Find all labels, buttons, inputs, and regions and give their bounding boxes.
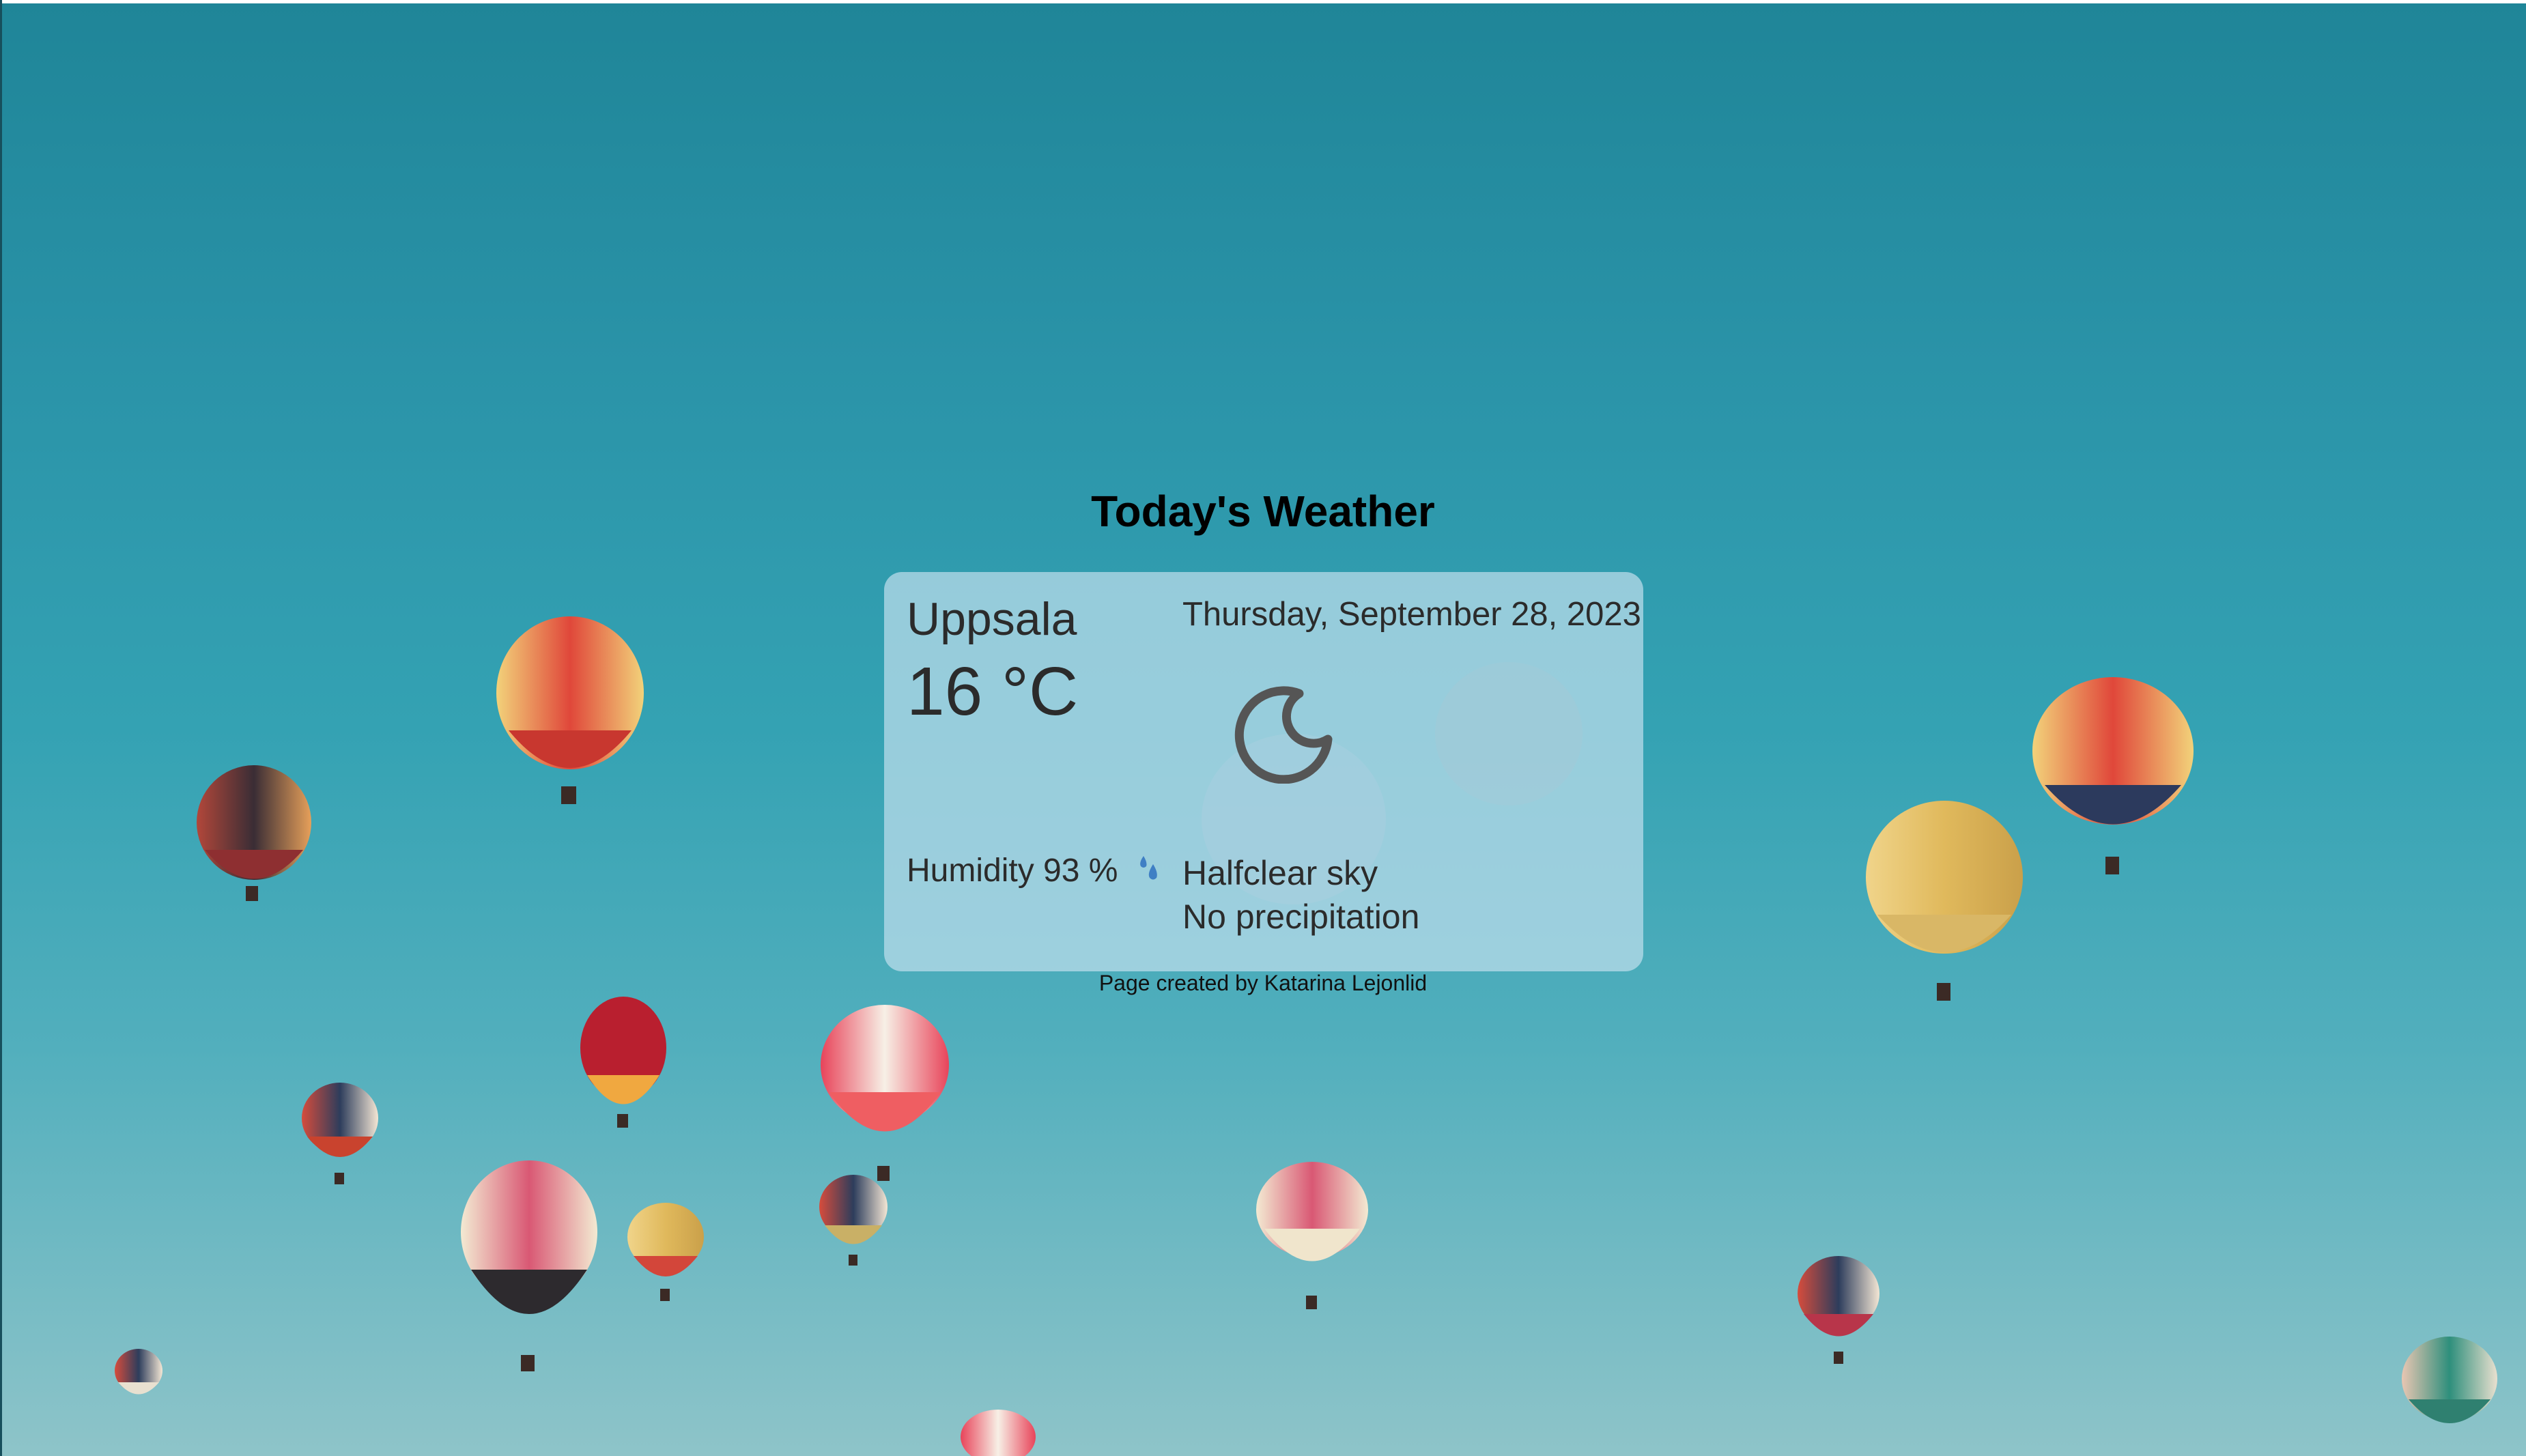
balloon: [302, 1083, 378, 1184]
balloon: [2032, 677, 2194, 874]
balloon: [580, 997, 666, 1128]
weather-date: Thursday, September 28, 2023: [1182, 596, 1641, 633]
balloon: [1798, 1256, 1879, 1364]
balloon: [197, 765, 311, 901]
balloon: [496, 616, 644, 804]
balloon: [115, 1349, 162, 1395]
weather-card: Uppsala 16 °C Thursday, September 28, 20…: [884, 572, 1643, 971]
humidity-drops-icon: [1140, 856, 1157, 880]
balloon: [1256, 1162, 1368, 1309]
temperature: 16 °C: [907, 653, 1079, 730]
humidity-reading: Humidity 93 %: [907, 853, 1118, 889]
footer-credit: Page created by Katarina Lejonlid: [1098, 971, 1428, 995]
balloon: [961, 1410, 1036, 1456]
precipitation-status: No precipitation: [1182, 898, 1420, 936]
balloon: [821, 1005, 949, 1181]
balloon: [819, 1175, 888, 1266]
weather-page: Today's Weather Uppsala 16 °C Thursday, …: [0, 0, 2526, 1456]
balloon: [461, 1160, 597, 1371]
city-name: Uppsala: [907, 593, 1077, 645]
sky-condition: Halfclear sky: [1182, 854, 1378, 892]
balloon: [2402, 1337, 2497, 1423]
balloon: [627, 1203, 704, 1301]
halfclear-sky-icon: [1234, 686, 1333, 784]
page-title: Today's Weather: [1091, 487, 1435, 536]
